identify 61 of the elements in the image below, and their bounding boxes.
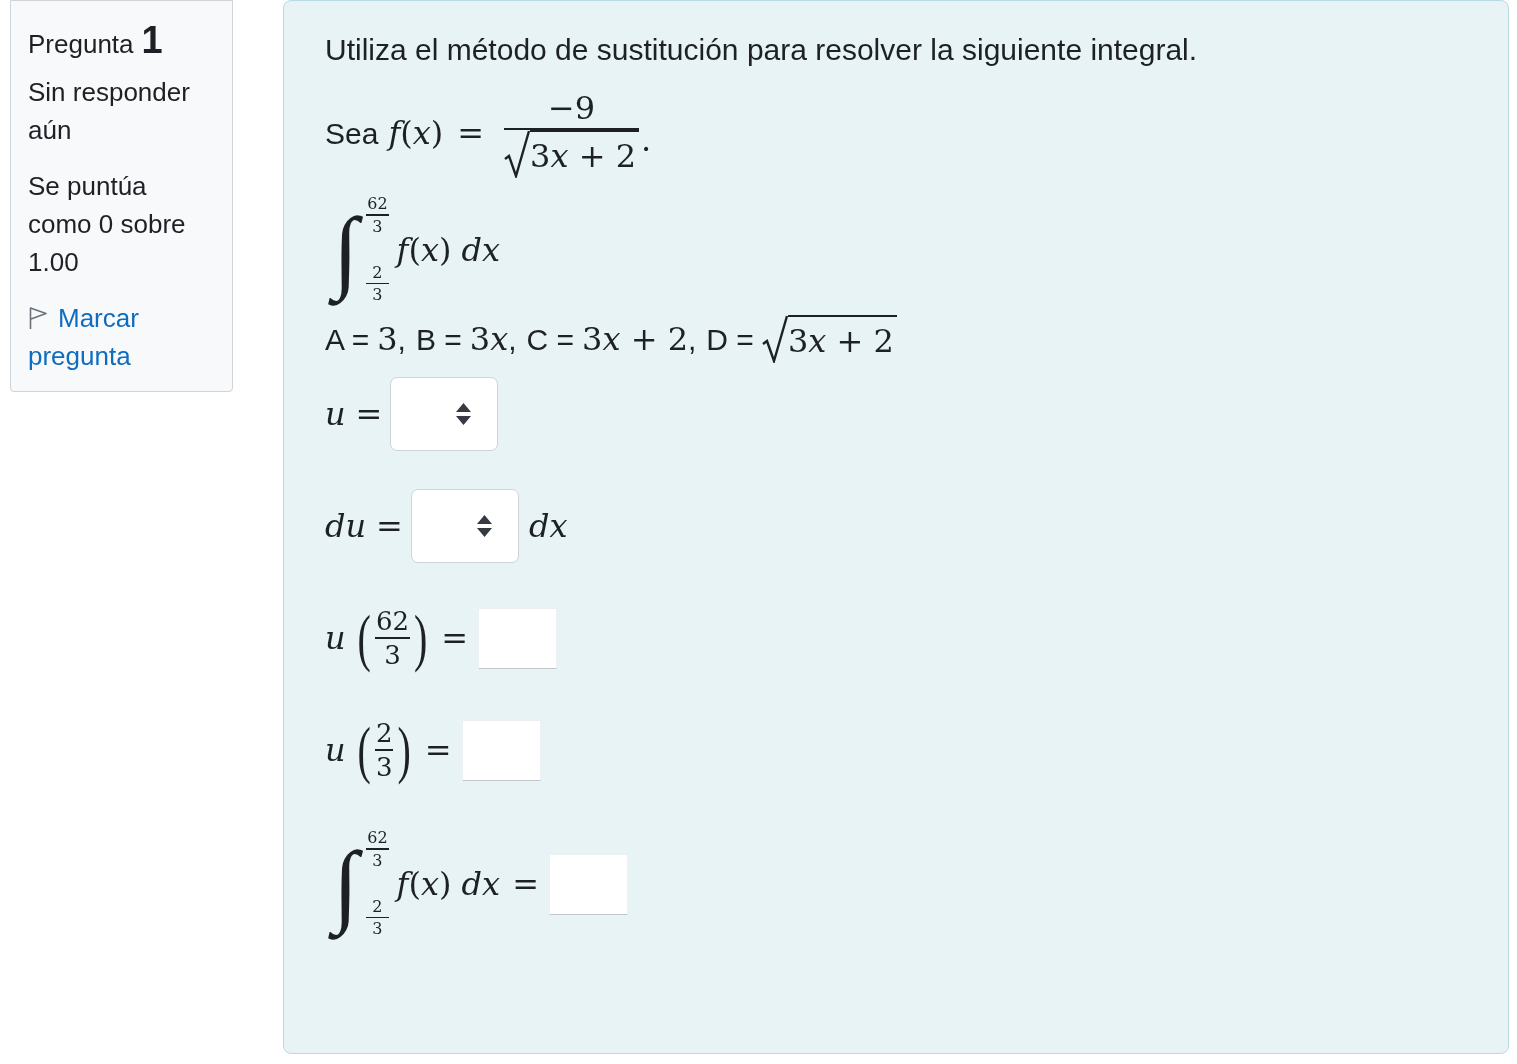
function-expression: f(x) — [388, 113, 444, 153]
math-variable: u — [325, 394, 346, 434]
math-value: 3 — [377, 319, 398, 359]
equals-sign: = — [441, 618, 469, 658]
integral-sign: ∫ — [325, 191, 367, 309]
flag-question-link[interactable]: Marcar pregunta — [28, 299, 215, 375]
radical-sign-icon — [761, 315, 788, 363]
question-label: Pregunta — [28, 28, 134, 61]
left-parenthesis: ( — [357, 718, 371, 782]
variable-label: A = — [325, 321, 370, 358]
up-down-caret-icon — [456, 403, 472, 425]
fraction-denominator: 3 — [383, 640, 402, 669]
question-status: Sin responder aún — [28, 76, 191, 147]
math-variable: dx — [528, 506, 568, 546]
question-prompt: Utiliza el método de sustitución para resolver la siguiente integral. — [325, 32, 1199, 68]
separator-text: , — [508, 321, 517, 358]
answer-input[interactable] — [461, 719, 541, 781]
period-text: . — [641, 120, 652, 160]
fraction-numerator: −9 — [546, 88, 597, 128]
fraction-numerator: 62 — [366, 829, 389, 846]
equals-sign: = — [376, 506, 403, 546]
fraction-numerator: 62 — [366, 195, 389, 212]
lead-text: Sea — [325, 115, 379, 152]
fraction-numerator: 62 — [374, 607, 411, 636]
fraction-denominator: 3 — [371, 851, 384, 869]
answer-input[interactable] — [548, 853, 628, 915]
separator-text: , — [397, 321, 406, 358]
math-value: 3x — [469, 319, 509, 359]
equals-sign: = — [512, 864, 539, 904]
equals-sign: = — [457, 113, 485, 153]
up-down-caret-icon — [476, 515, 492, 537]
right-parenthesis: ) — [397, 718, 411, 782]
separator-text: , — [688, 321, 697, 358]
equals-sign: = — [424, 730, 452, 770]
fraction-numerator: 2 — [371, 897, 384, 915]
math-value: 3x + 2 — [582, 319, 688, 359]
math-variable: du — [325, 506, 367, 546]
math-variable: u — [325, 618, 346, 658]
radicand: 3x + 2 — [787, 315, 897, 363]
radicand: 3x + 2 — [530, 130, 639, 178]
integrand: f(x) dx — [396, 230, 501, 270]
fraction-denominator: 3 — [374, 752, 394, 781]
left-parenthesis: ( — [357, 606, 371, 670]
fraction-numerator: 2 — [374, 719, 394, 748]
integrand: f(x) dx — [396, 864, 501, 904]
answer-input[interactable] — [478, 607, 558, 669]
fraction-denominator: 3 — [371, 217, 384, 235]
variable-label: D = — [706, 321, 754, 358]
right-parenthesis: ) — [414, 606, 428, 670]
dropdown-select[interactable] — [410, 489, 519, 563]
fraction-denominator: 3 — [371, 286, 384, 303]
grade-text: Se puntúa como 0 sobre 1.00 — [28, 170, 187, 279]
fraction-denominator: 3 — [371, 920, 384, 937]
fraction-numerator: 2 — [371, 263, 384, 281]
math-variable: u — [325, 730, 346, 770]
question-number: 1 — [141, 20, 163, 60]
integral-sign: ∫ — [325, 825, 367, 943]
variable-label: C = — [526, 321, 575, 358]
equals-sign: = — [355, 394, 383, 434]
variable-label: B = — [415, 321, 462, 358]
dropdown-select[interactable] — [390, 377, 499, 451]
